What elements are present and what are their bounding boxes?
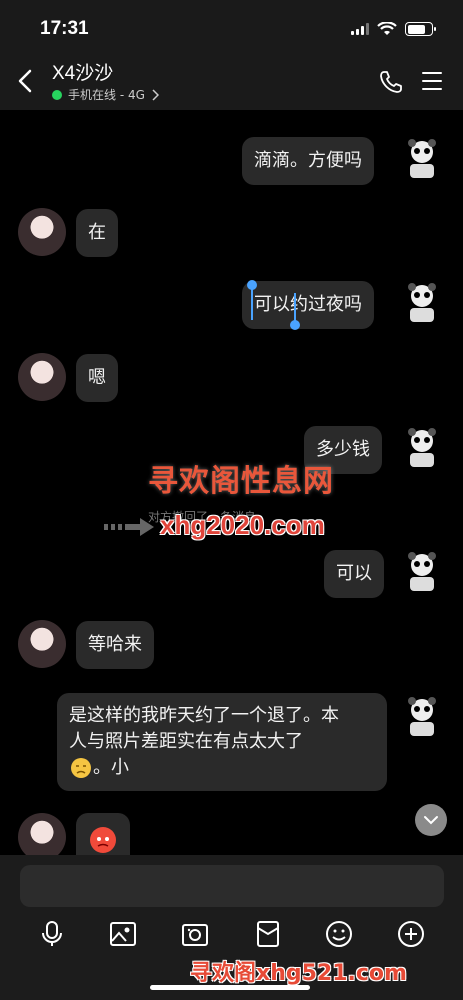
message-line: 。小 (69, 755, 375, 781)
chat-message-list[interactable]: 滴滴。方便吗 在 可以约过夜吗 嗯 多少钱 对方撤回了一条消息 寻欢阁性息网 x… (0, 110, 463, 855)
battery-icon (405, 22, 436, 36)
watermark-arrow-icon (104, 518, 154, 536)
contact-name[interactable]: X4沙沙 (52, 58, 113, 85)
text-selection-knob-start[interactable] (247, 280, 257, 290)
cellular-signal-icon (351, 23, 369, 35)
my-avatar[interactable] (398, 134, 446, 182)
message-bubble-outgoing[interactable]: 是这样的我昨天约了一个退了。本 人与照片差距实在有点太大了 。小 (57, 693, 387, 791)
contact-status[interactable]: 手机在线 - 4G (52, 86, 159, 103)
chat-header: X4沙沙 手机在线 - 4G (0, 58, 463, 110)
contact-avatar[interactable] (18, 208, 66, 256)
online-status-dot (52, 89, 62, 100)
chevron-right-icon (152, 88, 159, 101)
panda-avatar-icon (408, 428, 436, 467)
message-bubble-incoming[interactable]: 在 (76, 209, 118, 257)
watermark-text: 寻欢阁性息网 (148, 464, 334, 499)
my-avatar[interactable] (398, 692, 446, 740)
menu-icon[interactable] (421, 70, 443, 92)
message-bubble-outgoing[interactable]: 滴滴。方便吗 (242, 137, 374, 185)
text-selection-handle-end[interactable] (294, 293, 296, 323)
message-bubble-incoming[interactable]: 嗯 (76, 354, 118, 402)
panda-avatar-icon (408, 139, 436, 178)
message-bubble-incoming[interactable]: 等哈来 (76, 621, 154, 669)
message-line: 人与照片差距实在有点太大了 (69, 731, 303, 752)
contact-avatar[interactable] (18, 620, 66, 668)
message-line: 是这样的我昨天约了一个退了。本 (69, 705, 339, 726)
message-bubble-outgoing[interactable]: 可以约过夜吗 (242, 281, 374, 329)
my-avatar[interactable] (398, 423, 446, 471)
red-packet-icon[interactable] (253, 919, 283, 949)
message-input[interactable] (20, 865, 444, 907)
status-icons (351, 22, 436, 36)
message-bubble-outgoing[interactable]: 可以 (324, 550, 384, 598)
microphone-icon[interactable] (37, 919, 67, 949)
panda-avatar-icon (408, 552, 436, 591)
panda-avatar-icon (408, 697, 436, 736)
back-arrow-icon[interactable] (12, 66, 42, 96)
watermark-url: xhg2020.com (160, 510, 325, 540)
chevron-down-icon (424, 816, 438, 825)
contact-status-text: 手机在线 - 4G (68, 88, 145, 102)
my-avatar[interactable] (398, 278, 446, 326)
panda-avatar-icon (408, 283, 436, 322)
status-time: 17:31 (40, 18, 89, 39)
contact-avatar[interactable] (18, 813, 66, 855)
status-bar: 17:31 (0, 0, 463, 58)
home-indicator[interactable] (150, 985, 310, 990)
text-selection-handle-start[interactable] (251, 286, 253, 320)
watermark-footer: 寻欢阁xhg521.com (190, 961, 407, 986)
plus-icon[interactable] (396, 919, 426, 949)
wifi-icon (377, 22, 397, 35)
angry-emoji-icon (90, 827, 116, 853)
camera-icon[interactable] (180, 919, 210, 949)
disappointed-emoji-icon (71, 758, 91, 778)
scroll-to-bottom-button[interactable] (415, 804, 447, 836)
emoji-icon[interactable] (324, 919, 354, 949)
my-avatar[interactable] (398, 547, 446, 595)
text-selection-knob-end[interactable] (290, 320, 300, 330)
message-bubble-incoming[interactable] (76, 813, 130, 855)
image-icon[interactable] (108, 919, 138, 949)
message-line-tail: 。小 (93, 757, 129, 778)
contact-avatar[interactable] (18, 353, 66, 401)
phone-call-icon[interactable] (377, 68, 405, 96)
input-area: 寻欢阁xhg521.com (0, 855, 463, 1000)
